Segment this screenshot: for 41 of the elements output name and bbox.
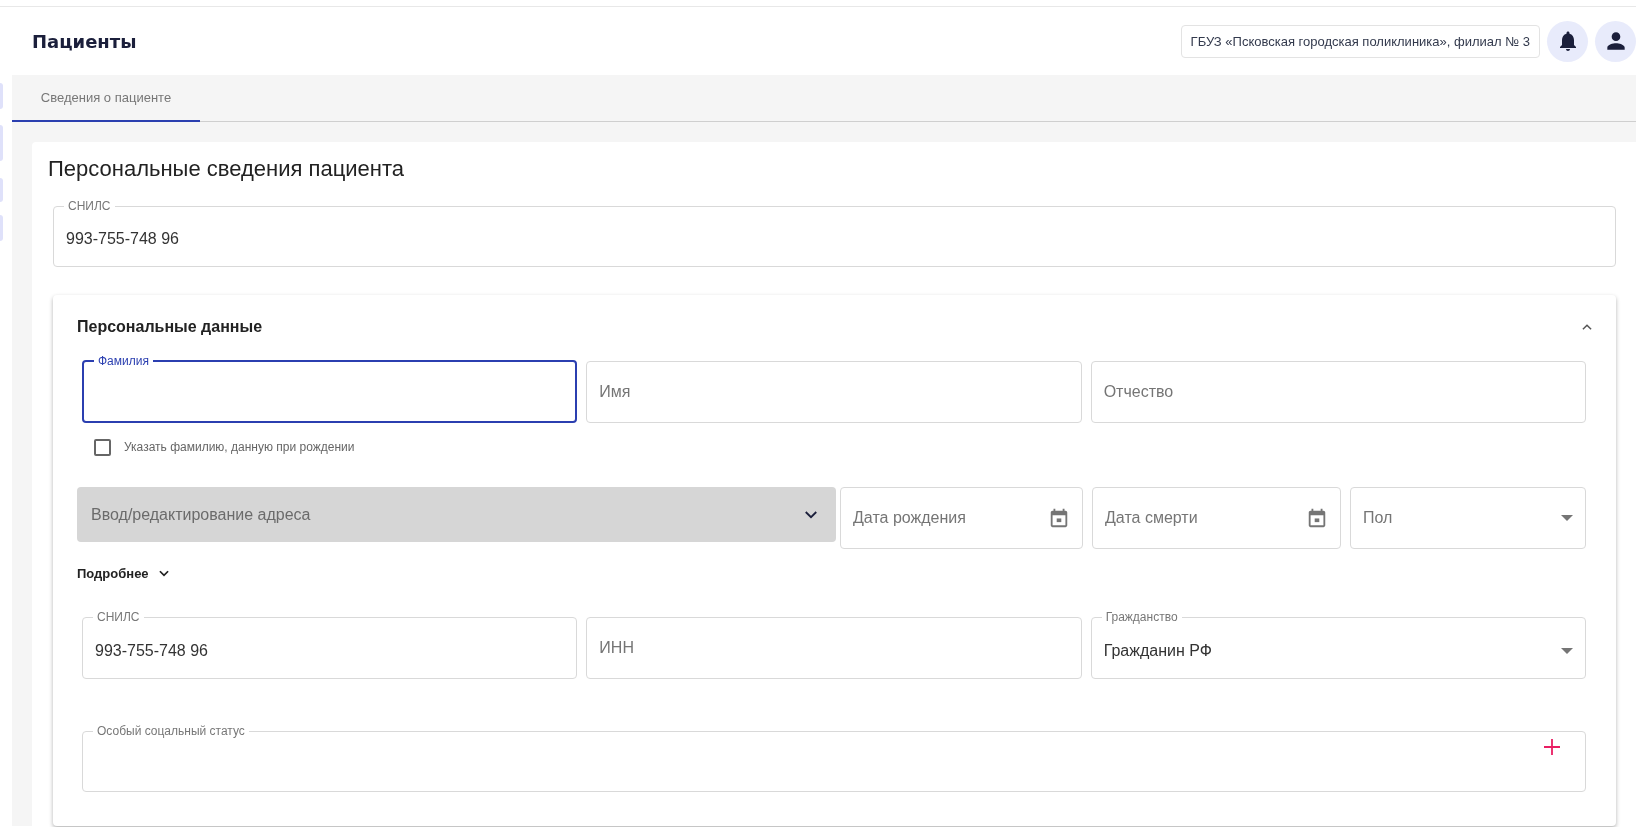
dropdown-arrow-icon (1561, 515, 1573, 521)
checkbox[interactable] (94, 438, 111, 456)
field-label: Особый соцальный статус (96, 725, 246, 737)
placeholder-text: ИНН (599, 639, 634, 657)
date-field[interactable]: Дата смерти (1092, 487, 1341, 549)
notifications-button[interactable] (1547, 20, 1588, 62)
dropdown-arrow-icon (1561, 647, 1573, 654)
field-value: Гражданин РФ (1103, 641, 1212, 660)
select-field[interactable]: Пол (1350, 487, 1586, 549)
input-field[interactable]: ИНН (586, 617, 1082, 679)
field-label: СНИЛС (96, 611, 141, 623)
page-title: Пациенты (32, 30, 137, 52)
plus-icon[interactable] (1544, 739, 1560, 755)
panel-title: Персональные данные (77, 318, 263, 336)
placeholder-text: Имя (599, 383, 631, 401)
checkbox-label: Указать фамилию, данную при рождении (124, 440, 355, 454)
social-status-field[interactable]: Особый соцальный статус (82, 725, 1586, 792)
select-field[interactable]: Гражданство Гражданин РФ (1090, 611, 1586, 679)
name-field[interactable]: Фамилия (82, 355, 578, 423)
placeholder-text: Дата рождения (853, 509, 966, 527)
placeholder-text: Дата смерти (1105, 509, 1198, 527)
calendar-icon (1048, 507, 1070, 529)
placeholder-text: Отчество (1103, 383, 1174, 401)
address-dropdown[interactable]: Ввод/редактирование адреса (77, 487, 836, 542)
input-field[interactable]: СНИЛС 993-755-748 96 (82, 611, 578, 679)
field-label: Фамилия (97, 355, 150, 367)
profile-button[interactable] (1595, 20, 1636, 62)
name-field[interactable]: Отчество (1090, 361, 1586, 423)
snils-field[interactable]: СНИЛС 993-755-748 96 (53, 200, 1616, 267)
calendar-icon (1306, 507, 1328, 529)
field-label: Гражданство (1104, 611, 1179, 623)
name-field[interactable]: Имя (586, 361, 1082, 423)
field-value: 993-755-748 96 (95, 641, 208, 660)
section-title: Персональные сведения пациента (48, 156, 405, 182)
date-field[interactable]: Дата рождения (840, 487, 1083, 549)
field-value: 993-755-748 96 (66, 230, 179, 248)
more-toggle[interactable]: Подробнее (77, 565, 171, 581)
field-label: СНИЛС (67, 200, 112, 212)
placeholder-text: Пол (1363, 509, 1393, 527)
tab[interactable]: Сведения о пациенте (12, 75, 200, 122)
organization-chip[interactable]: ГБУЗ «Псковская городская поликлиника», филиал № 3 (1180, 24, 1540, 58)
